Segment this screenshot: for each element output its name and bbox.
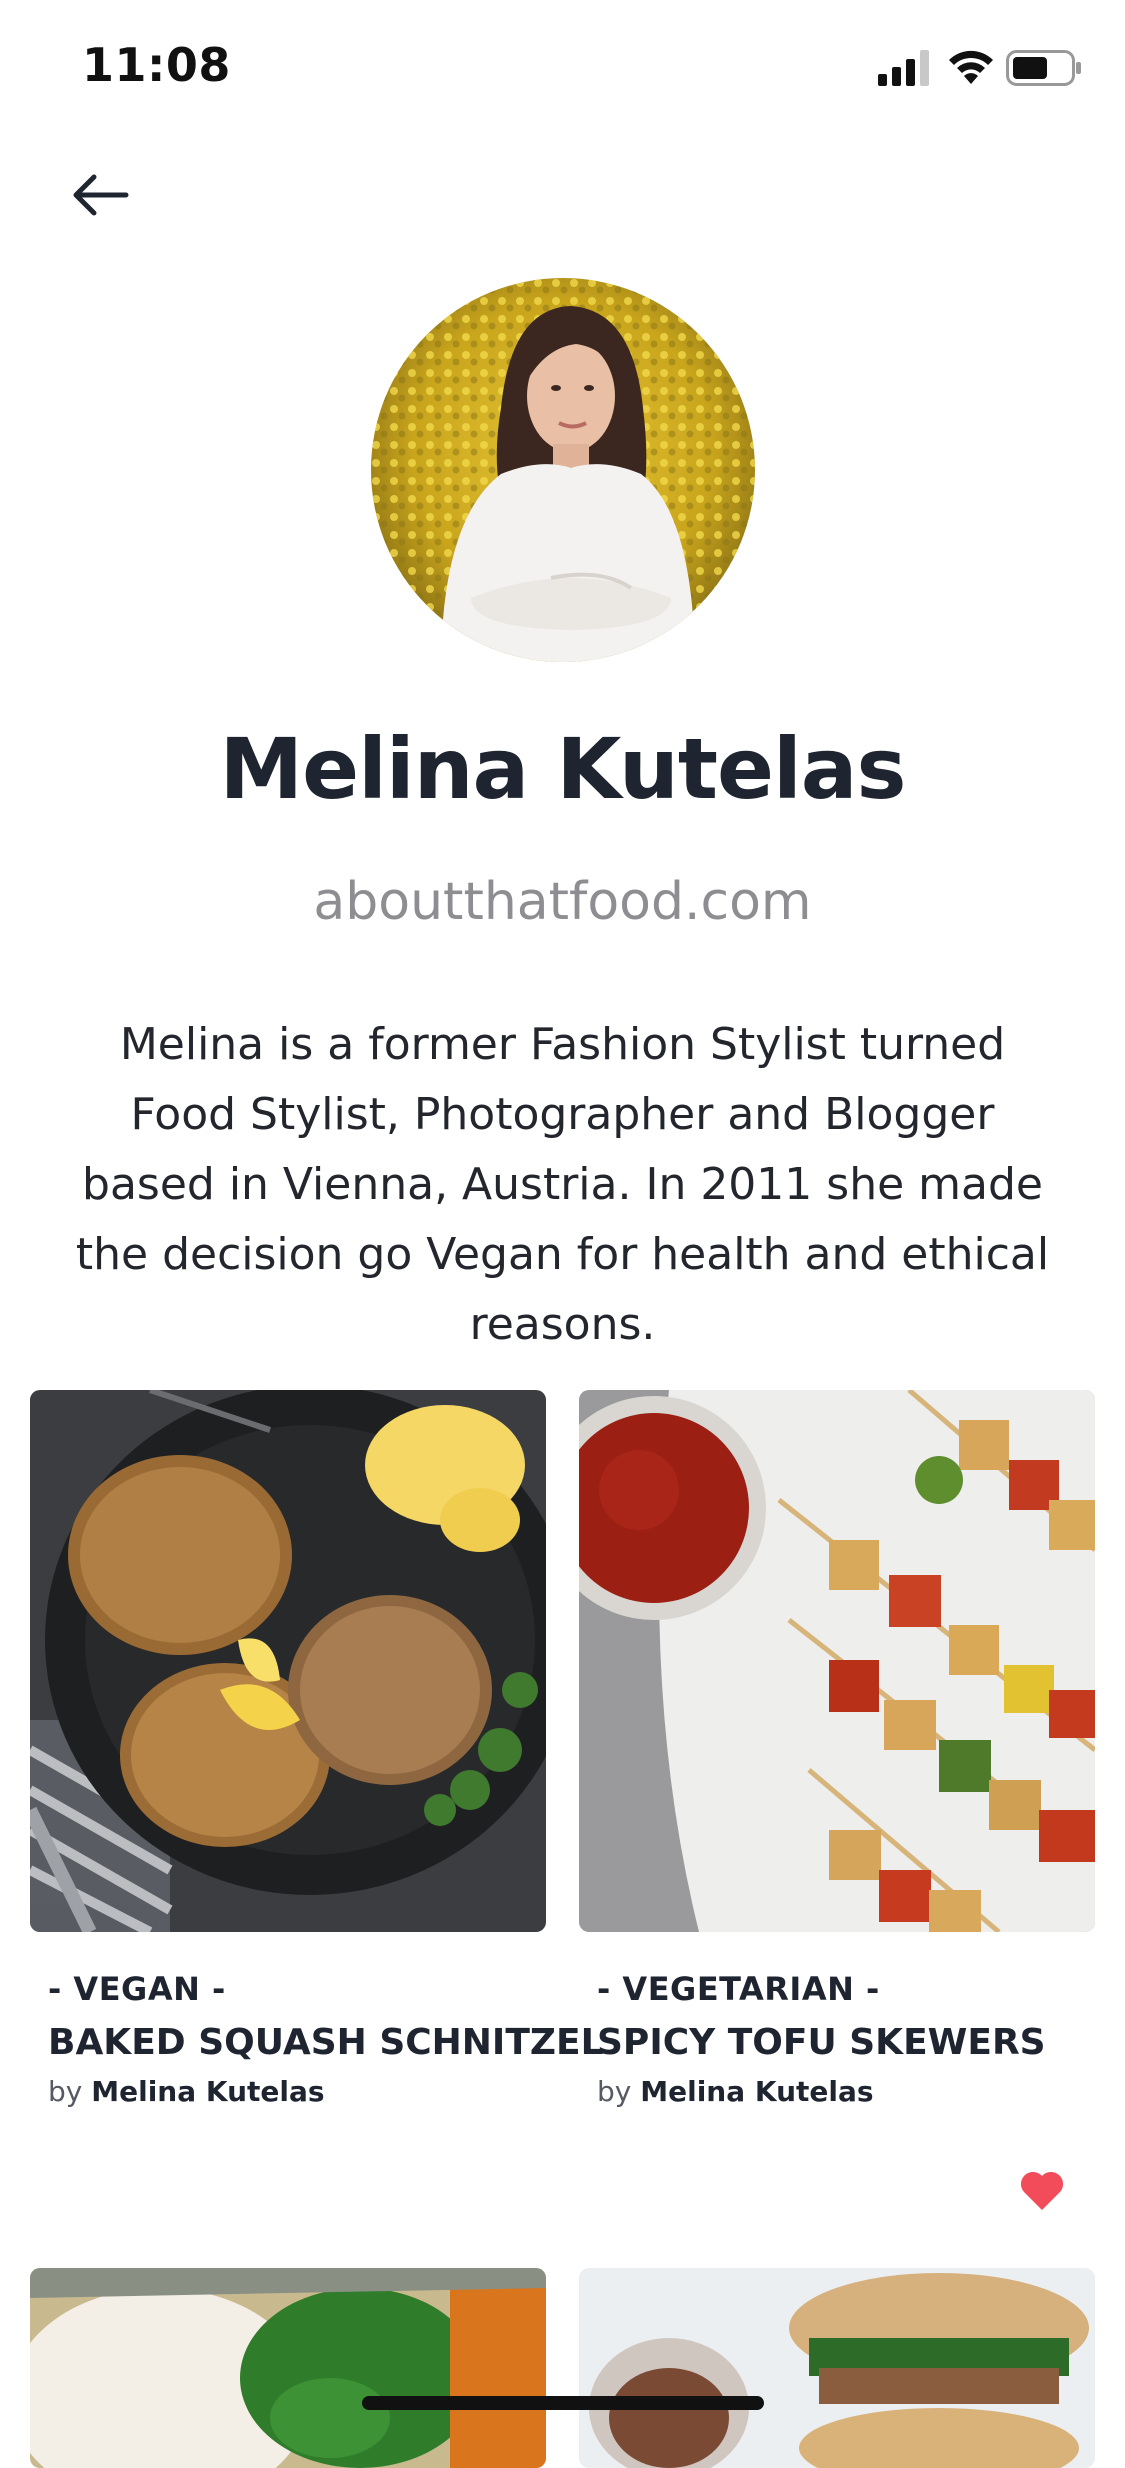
home-indicator[interactable]: [362, 2396, 764, 2410]
recipe-image[interactable]: [30, 1390, 546, 1932]
wifi-icon: [949, 50, 993, 84]
recipe-title[interactable]: BAKED SQUASH SCHNITZEL: [48, 2022, 604, 2063]
recipe-image[interactable]: [579, 1390, 1095, 1932]
recipe-author-by-label: by: [48, 2075, 83, 2108]
profile-name: Melina Kutelas: [219, 720, 907, 818]
status-bar: 11:08: [0, 0, 1125, 132]
heart-icon[interactable]: [1018, 2168, 1066, 2212]
profile-website-link[interactable]: aboutthatfood.com: [0, 872, 1125, 932]
recipe-category: - VEGETARIAN -: [597, 1970, 880, 2008]
back-button[interactable]: [60, 160, 140, 230]
recipe-card[interactable]: - VEGAN - BAKED SQUASH SCHNITZEL by Meli…: [30, 1390, 604, 2108]
recipe-category: - VEGAN -: [48, 1970, 226, 2008]
recipe-card[interactable]: - VEGETARIAN - SPICY TOFU SKEWERS by Mel…: [579, 1390, 1095, 2108]
recipe-title[interactable]: SPICY TOFU SKEWERS: [597, 2022, 1095, 2063]
recipe-card-image[interactable]: [579, 2268, 1095, 2468]
recipe-author-name[interactable]: Melina Kutelas: [91, 2075, 324, 2108]
profile-bio: Melina is a former Fashion Stylist turne…: [75, 1019, 1050, 1350]
recipe-author-name[interactable]: Melina Kutelas: [640, 2075, 873, 2108]
recipe-author: by Melina Kutelas: [48, 2075, 546, 2108]
recipe-author: by Melina Kutelas: [597, 2075, 1095, 2108]
signal-icon: [878, 50, 929, 86]
battery-icon: [1006, 50, 1081, 86]
arrow-left-icon: [73, 174, 129, 216]
recipe-card-image[interactable]: [30, 2268, 546, 2468]
status-time: 11:08: [82, 38, 231, 92]
recipe-author-by-label: by: [597, 2075, 632, 2108]
avatar: [371, 278, 755, 662]
